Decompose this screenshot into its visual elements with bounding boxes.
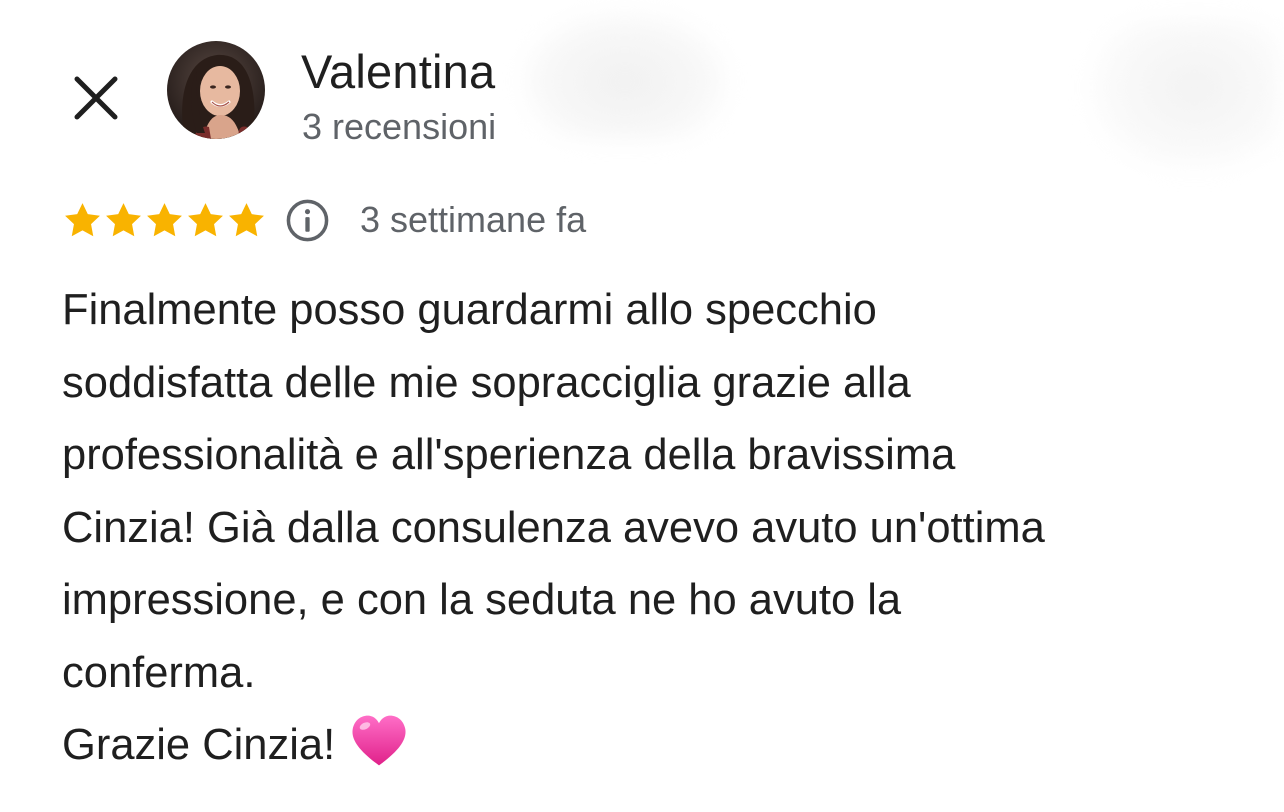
info-icon[interactable] [285, 198, 330, 243]
avatar[interactable] [167, 41, 265, 139]
review-line: Finalmente posso guardarmi allo specchio [62, 286, 877, 334]
review-line: conferma. [62, 648, 256, 697]
review-line: Cinzia! Già dalla consulenza avevo avuto… [62, 503, 1045, 552]
star-icon [229, 202, 264, 236]
redaction-mark [1090, 20, 1280, 170]
review-text: Finalmente posso guardarmi allo specchio… [62, 274, 1242, 782]
star-icon [147, 202, 182, 236]
star-icon [188, 202, 223, 236]
review-line: soddisfatta delle mie sopracciglia grazi… [62, 358, 911, 407]
review-date: 3 settimane fa [360, 199, 587, 240]
close-button[interactable] [62, 64, 130, 132]
reviewer-review-count: 3 recensioni [302, 106, 497, 147]
reviewer-name[interactable]: Valentina [301, 44, 495, 99]
redaction-mark [520, 10, 730, 140]
review-line-final: Grazie Cinzia! [62, 709, 1242, 782]
review-line: impressione, e con la seduta ne ho avuto… [62, 576, 902, 624]
heart-icon [352, 715, 406, 766]
star-icon [65, 202, 100, 236]
star-rating [62, 200, 267, 241]
star-icon [106, 202, 141, 236]
close-icon [74, 76, 118, 120]
rating-row: 3 settimane fa [62, 194, 586, 246]
avatar-photo [167, 41, 265, 139]
review-card: Valentina 3 recensioni 3 settimane fa Fi… [0, 0, 1284, 812]
review-closing-text: Grazie Cinzia! [62, 721, 336, 769]
review-line: professionalità e all'sperienza della br… [62, 431, 956, 479]
